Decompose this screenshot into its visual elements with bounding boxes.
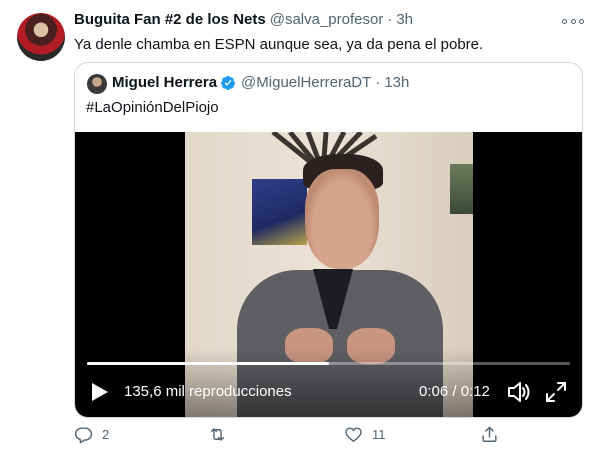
quoted-tweet-time: 13h xyxy=(384,74,410,91)
quoted-tweet-header: Miguel Herrera @MiguelHerreraDT · 13h xyxy=(112,74,409,91)
retweet-button[interactable] xyxy=(208,425,236,444)
quoted-separator-dot: · xyxy=(375,74,381,91)
author-avatar[interactable] xyxy=(17,13,65,61)
quoted-author-name: Miguel Herrera xyxy=(112,74,218,91)
retweet-icon xyxy=(210,428,225,441)
quoted-tweet[interactable]: Miguel Herrera @MiguelHerreraDT · 13h #L… xyxy=(74,62,583,418)
share-button[interactable] xyxy=(480,425,499,444)
volume-icon[interactable] xyxy=(507,381,531,403)
video-progress-bar[interactable] xyxy=(87,362,570,365)
like-count: 11 xyxy=(372,427,386,442)
more-options-icon[interactable] xyxy=(562,14,584,28)
author-handle[interactable]: @salva_profesor xyxy=(270,11,384,28)
quoted-tweet-text[interactable]: #LaOpiniónDelPiojo xyxy=(86,99,219,116)
reply-button[interactable]: 2 xyxy=(74,425,109,444)
tweet-time[interactable]: 3h xyxy=(396,11,413,28)
quoted-author-avatar xyxy=(87,74,107,94)
tweet-header: Buguita Fan #2 de los Nets @salva_profes… xyxy=(74,11,413,31)
view-count: 135,6 mil reproducciones xyxy=(124,383,292,400)
author-name[interactable]: Buguita Fan #2 de los Nets xyxy=(74,11,266,28)
tweet-text: Ya denle chamba en ESPN aunque sea, ya d… xyxy=(74,36,484,53)
fullscreen-icon[interactable] xyxy=(545,381,567,403)
heart-icon xyxy=(345,427,362,442)
share-icon xyxy=(482,426,497,442)
wall-photo xyxy=(450,164,473,214)
verified-badge-icon xyxy=(221,75,236,90)
video-timecode: 0:06 / 0:12 xyxy=(419,383,490,400)
video-progress-fill xyxy=(87,362,329,365)
reply-count: 2 xyxy=(102,427,110,442)
separator-dot: · xyxy=(387,11,393,28)
wall-poster xyxy=(252,179,307,245)
video-player[interactable]: 135,6 mil reproducciones 0:06 / 0:12 xyxy=(75,132,582,417)
reply-icon xyxy=(74,427,93,444)
tweet-actions: 2 11 xyxy=(74,425,514,449)
person-face xyxy=(305,169,379,269)
play-icon[interactable] xyxy=(91,382,109,402)
tweet[interactable]: Buguita Fan #2 de los Nets @salva_profes… xyxy=(0,0,597,452)
quoted-author-handle: @MiguelHerreraDT xyxy=(241,74,372,91)
like-button[interactable]: 11 xyxy=(344,425,386,444)
